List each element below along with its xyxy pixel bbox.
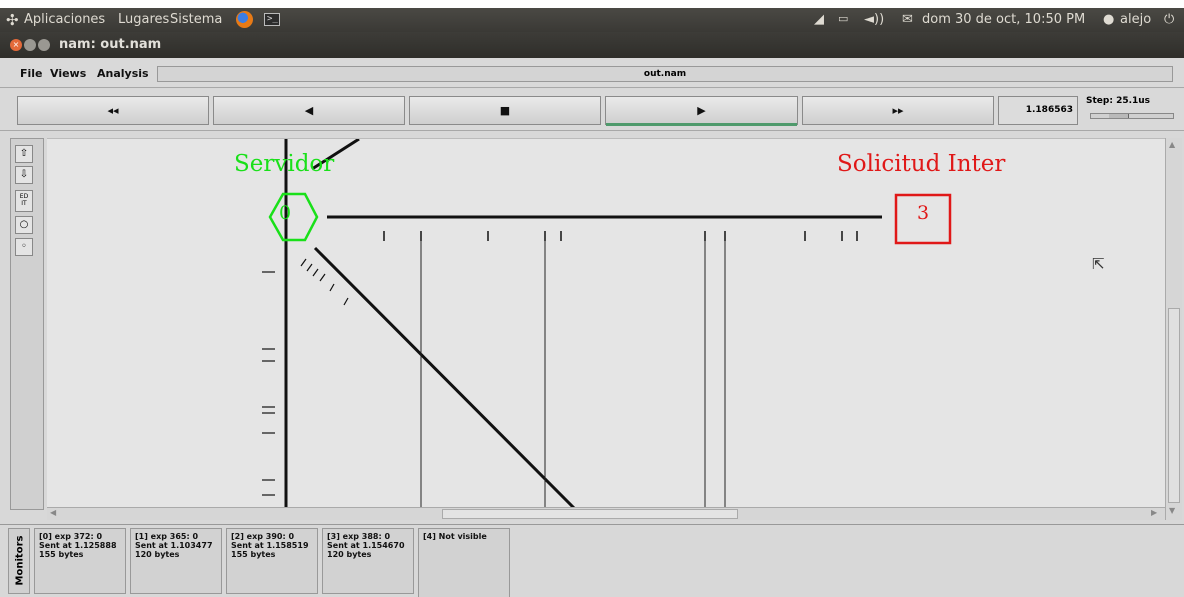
node-0-id[interactable]: 0 [277,202,293,224]
step-label: Step: 25.1us [1086,96,1151,106]
packet-drop-lines [420,241,726,507]
play-button[interactable]: ▶ [605,96,798,126]
monitors-panel: Monitors [0] exp 372: 0 Sent at 1.125888… [0,524,1184,597]
cropped-caption-strip [0,0,1184,8]
terminal-icon[interactable]: >_ [264,13,280,26]
mouse-pointer-icon: ⇱ [1092,255,1105,273]
minimize-icon[interactable] [24,39,36,51]
monitors-tab-label: Monitors [14,535,26,586]
monitor-1-title: [1] exp 365: 0 [135,532,199,541]
edit-toolbar: ⇧ ⇩ ED IT ○ ◦ [10,138,44,510]
zoom-out-icon[interactable]: ⇩ [15,166,33,184]
network-drawing [262,139,952,507]
zoom-in-icon[interactable]: ⇧ [15,145,33,163]
menu-file[interactable]: File [20,67,43,80]
monitor-4-title: [4] Not visible [423,532,487,541]
horizontal-scroll-thumb[interactable] [442,509,738,519]
menu-analysis[interactable]: Analysis [97,67,149,80]
node-circle-tool-icon[interactable]: ○ [15,216,33,234]
edit-tool-button[interactable]: ED IT [15,190,33,212]
packet-ticks [383,231,858,241]
monitor-3-title: [3] exp 388: 0 [327,532,391,541]
monitor-3-bytes: 120 bytes [327,550,372,559]
monitor-0[interactable]: [0] exp 372: 0 Sent at 1.125888 155 byte… [34,528,126,594]
user-status-icon: ● [1103,12,1115,27]
mail-icon[interactable]: ✉ [902,12,913,27]
menubar: File Views Analysis out.nam [0,58,1184,88]
vertical-link-packets [262,271,275,496]
menu-lugares[interactable]: Lugares [118,12,169,27]
scroll-left-icon[interactable]: ◀ [50,508,56,517]
node-3-label: Solicitud Inter [837,151,1006,177]
monitors-tab[interactable]: Monitors [8,528,30,594]
diagonal-packets [300,258,349,306]
fast-forward-button[interactable]: ▸▸ [802,96,994,125]
vertical-scroll-thumb[interactable] [1168,308,1180,503]
step-slider[interactable] [1090,113,1174,119]
user-name[interactable]: alejo [1120,12,1151,27]
window-title-bar[interactable]: × nam: out.nam [0,32,1184,58]
nam-app: File Views Analysis out.nam ◂◂ ◀ ■ ▶ ▸▸ … [0,58,1184,597]
wifi-icon[interactable]: ◢ [814,12,824,27]
monitor-0-title: [0] exp 372: 0 [39,532,103,541]
monitor-3[interactable]: [3] exp 388: 0 Sent at 1.154670 120 byte… [322,528,414,594]
close-icon[interactable]: × [10,39,22,51]
rewind-button[interactable]: ◂◂ [17,96,209,125]
top-panel: ✣ Aplicaciones Lugares Sistema >_ ◢ ▭ ◄)… [0,8,1184,32]
monitor-0-sent: Sent at 1.125888 [39,541,117,550]
volume-icon[interactable]: ◄)) [864,12,884,27]
monitor-2-bytes: 155 bytes [231,550,276,559]
monitor-1-sent: Sent at 1.103477 [135,541,213,550]
menu-aplicaciones[interactable]: Aplicaciones [24,12,105,27]
step-slider-knob[interactable] [1109,114,1129,118]
ubuntu-logo-icon[interactable]: ✣ [6,11,19,29]
step-control: Step: 25.1us [1082,96,1177,125]
firefox-icon[interactable] [236,11,253,28]
scroll-down-icon[interactable]: ▼ [1169,506,1175,515]
stop-button[interactable]: ■ [409,96,601,125]
node-0-label: Servidor [234,151,335,177]
maximize-icon[interactable] [38,39,50,51]
monitor-1-bytes: 120 bytes [135,550,180,559]
horizontal-scrollbar[interactable]: ◀ ▶ [47,507,1165,520]
scroll-up-icon[interactable]: ▲ [1169,140,1175,149]
window-title: nam: out.nam [59,37,162,52]
monitor-2-sent: Sent at 1.158519 [231,541,309,550]
vertical-scrollbar[interactable]: ▲ ▼ [1165,138,1182,520]
trace-filename: out.nam [157,66,1173,82]
monitor-2[interactable]: [2] exp 390: 0 Sent at 1.158519 155 byte… [226,528,318,594]
transport-bar: ◂◂ ◀ ■ ▶ ▸▸ 1.186563 Step: 25.1us [0,89,1184,131]
link-diagonal [313,246,576,507]
monitor-1[interactable]: [1] exp 365: 0 Sent at 1.103477 120 byte… [130,528,222,594]
scroll-right-icon[interactable]: ▶ [1151,508,1157,517]
power-icon[interactable]: ⏻ [1164,12,1174,27]
current-time: 1.186563 [998,96,1078,125]
monitor-0-bytes: 155 bytes [39,550,84,559]
battery-icon[interactable]: ▭ [838,12,848,25]
menu-sistema[interactable]: Sistema [170,12,222,27]
menu-views[interactable]: Views [50,67,86,80]
clock-label[interactable]: dom 30 de oct, 10:50 PM [922,12,1085,27]
node-3-id[interactable]: 3 [915,202,931,224]
step-back-button[interactable]: ◀ [213,96,405,125]
node-point-tool-icon[interactable]: ◦ [15,238,33,256]
monitor-3-sent: Sent at 1.154670 [327,541,405,550]
monitor-2-title: [2] exp 390: 0 [231,532,295,541]
network-canvas[interactable]: Servidor 0 Solicitud Inter 3 ⇱ [47,138,1165,507]
monitor-4[interactable]: [4] Not visible [418,528,510,597]
